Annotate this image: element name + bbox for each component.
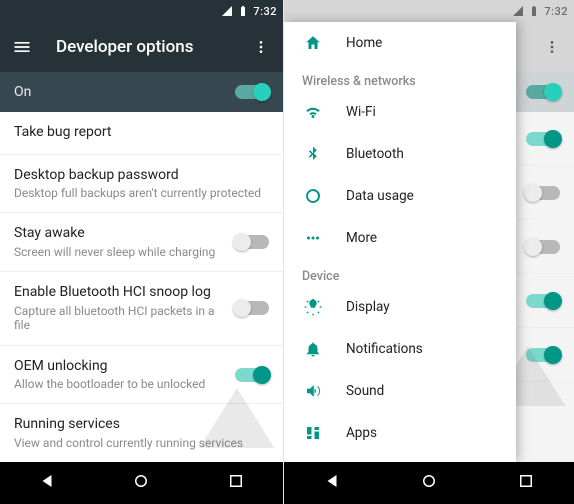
drawer-item-label: Bluetooth [346, 146, 404, 162]
settings-item-title: OEM unlocking [14, 358, 223, 376]
toggle-switch[interactable] [235, 368, 269, 382]
phone-settings-drawer: 7:32 ..... HomeWireless & networksWi-FiB… [284, 0, 574, 504]
battery-icon [237, 5, 249, 17]
toggle-switch[interactable] [235, 235, 269, 249]
toggle-switch[interactable] [526, 294, 560, 308]
settings-item[interactable]: Stay awake Screen will never sleep while … [0, 213, 283, 272]
overflow-icon[interactable] [542, 39, 562, 55]
settings-item-title: Take bug report [14, 124, 269, 142]
display-icon [302, 298, 324, 316]
settings-item-subtitle: Allow the bootloader to be unlocked [14, 377, 223, 391]
master-switch[interactable] [235, 85, 269, 99]
overflow-icon[interactable] [251, 39, 271, 55]
drawer-item-label: More [346, 230, 377, 246]
toggle-switch[interactable] [526, 132, 560, 146]
phone-developer-options: 7:32 Developer options On Take bug repor… [0, 0, 284, 504]
master-switch[interactable] [526, 85, 560, 99]
app-bar: Developer options [0, 22, 283, 72]
drawer-item-notifications[interactable]: Notifications [284, 328, 516, 370]
settings-item-subtitle: Capture all bluetooth HCI packets in a f… [14, 304, 223, 333]
sound-icon [302, 382, 324, 400]
bell-icon [302, 340, 324, 358]
page-title: Developer options [56, 37, 251, 57]
status-time: 7:32 [544, 5, 568, 18]
status-time: 7:32 [253, 5, 277, 18]
drawer-item-display[interactable]: Display [284, 286, 516, 328]
master-switch-row[interactable]: On [0, 72, 283, 112]
drawer-item-sound[interactable]: Sound [284, 370, 516, 412]
nav-back-icon[interactable] [323, 472, 341, 494]
apps-icon [302, 424, 324, 442]
settings-item[interactable]: Take bug report [0, 112, 283, 155]
settings-item-subtitle: Screen will never sleep while charging [14, 245, 223, 259]
settings-item-title: Enable Bluetooth HCI snoop log [14, 284, 223, 302]
drawer-item-apps[interactable]: Apps [284, 412, 516, 454]
settings-item-title: Desktop backup password [14, 167, 269, 185]
drawer-item-label: Wi-Fi [346, 104, 376, 120]
status-bar: 7:32 [0, 0, 283, 22]
bluetooth-icon [302, 145, 324, 163]
settings-item-title: Stay awake [14, 225, 223, 243]
drawer-item-wi-fi[interactable]: Wi-Fi [284, 91, 516, 133]
settings-item[interactable]: Enable Bluetooth HCI snoop log Capture al… [0, 272, 283, 345]
drawer-section-header: Wireless & networks [284, 64, 516, 91]
drawer-item-home[interactable]: Home [284, 22, 516, 64]
nav-home-icon[interactable] [420, 472, 438, 494]
data-icon [302, 187, 324, 205]
drawer-item-label: Home [346, 35, 382, 51]
menu-icon[interactable] [12, 37, 32, 57]
signal-icon [512, 5, 524, 17]
toggle-switch[interactable] [526, 186, 560, 200]
wifi-icon [302, 103, 324, 121]
drawer-item-label: Display [346, 299, 390, 315]
drawer-item-label: Apps [346, 425, 377, 441]
toggle-switch[interactable] [526, 240, 560, 254]
battery-icon [528, 5, 540, 17]
nav-home-icon[interactable] [132, 472, 150, 494]
drawer-item-label: Data usage [346, 188, 414, 204]
home-icon [302, 34, 324, 52]
nav-back-icon[interactable] [38, 472, 56, 494]
nav-recents-icon[interactable] [517, 472, 535, 494]
more-icon [302, 229, 324, 247]
navigation-drawer: Home Wireless & networks Wi-Fi Bluetooth Dat… [284, 22, 516, 462]
drawer-item-data-usage[interactable]: Data usage [284, 175, 516, 217]
drawer-item-storage-usb[interactable]: Storage & USB [284, 454, 516, 462]
signal-icon [221, 5, 233, 17]
drawer-section-header: Device [284, 259, 516, 286]
drawer-item-more[interactable]: More [284, 217, 516, 259]
settings-item[interactable]: Desktop backup passwordDesktop full back… [0, 155, 283, 214]
drawer-item-label: Sound [346, 383, 384, 399]
drawer-item-bluetooth[interactable]: Bluetooth [284, 133, 516, 175]
nav-bar [284, 462, 574, 504]
nav-bar [0, 462, 283, 504]
master-switch-label: On [14, 84, 31, 100]
nav-recents-icon[interactable] [227, 472, 245, 494]
status-bar: 7:32 [284, 0, 574, 22]
watermark [197, 388, 277, 452]
settings-item-subtitle: Desktop full backups aren't currently pr… [14, 186, 269, 200]
drawer-item-label: Notifications [346, 341, 423, 357]
toggle-switch[interactable] [235, 301, 269, 315]
